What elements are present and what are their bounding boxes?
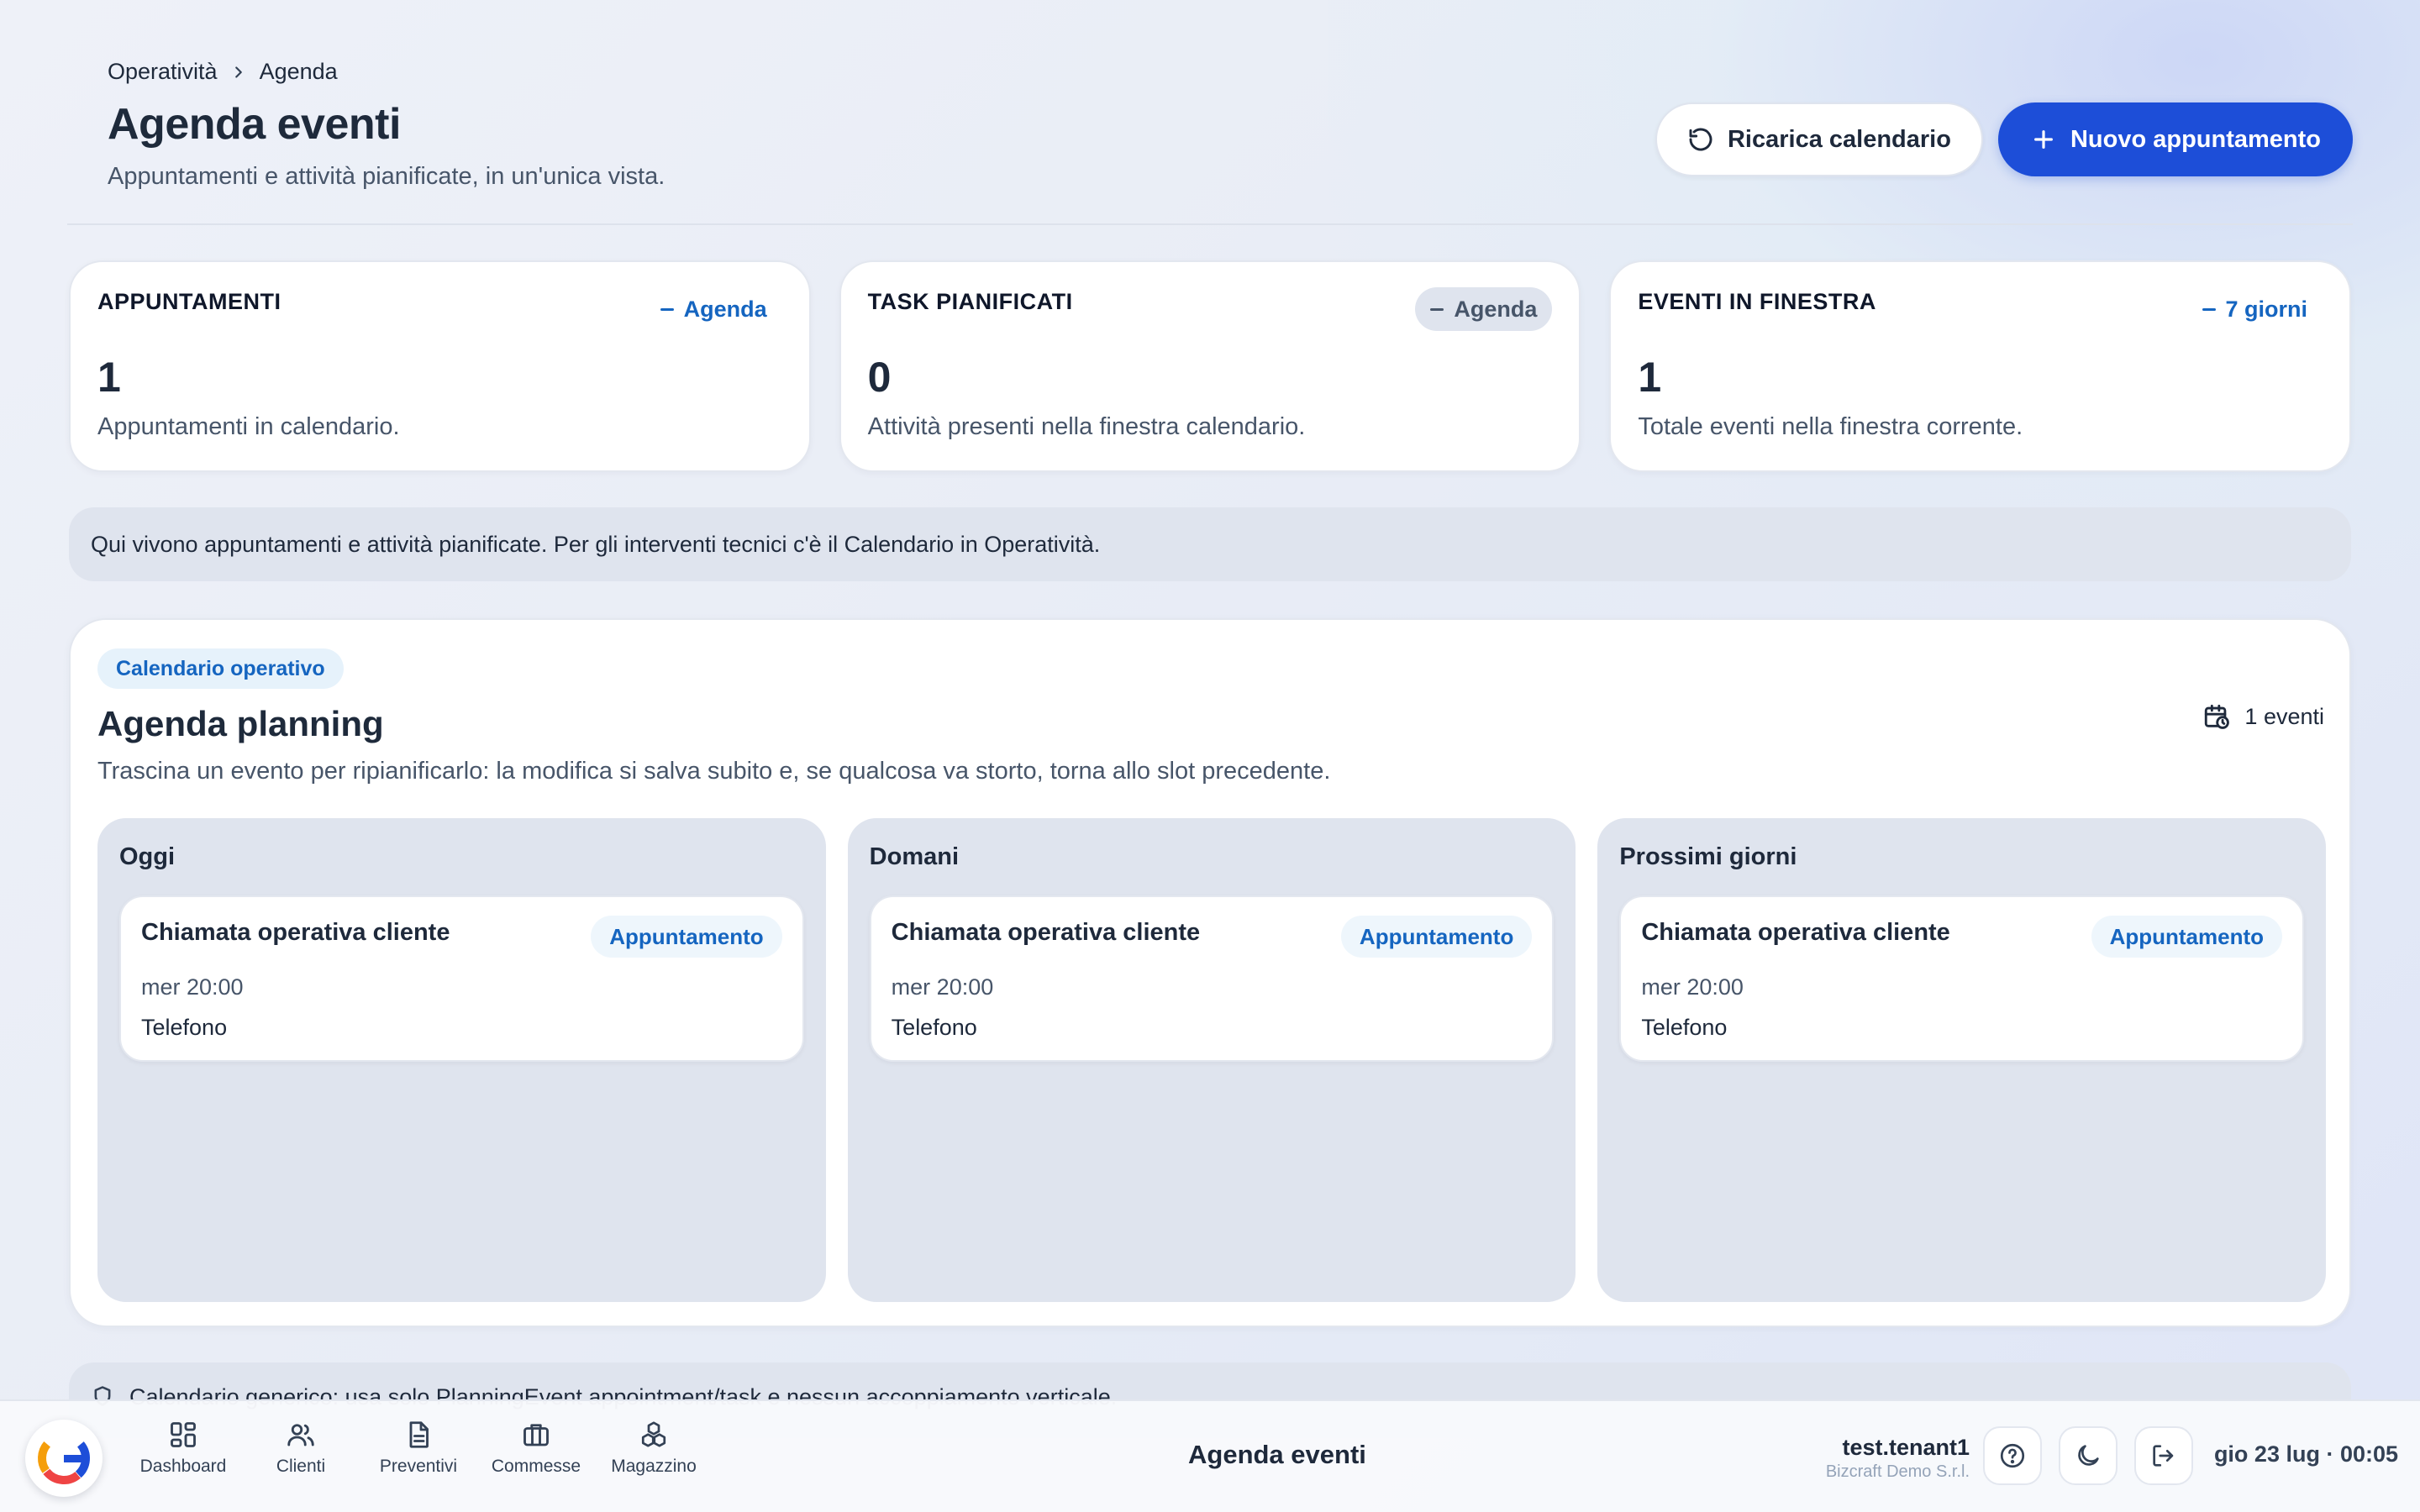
stat-desc: Appuntamenti in calendario. xyxy=(97,413,400,440)
event-type-badge: Appuntamento xyxy=(2091,916,2283,958)
stat-desc: Attività presenti nella finestra calenda… xyxy=(867,413,1306,440)
stat-card-task-pianificati: TASK PIANIFICATI Agenda 0 Attività prese… xyxy=(839,260,1581,472)
reload-calendar-label: Ricarica calendario xyxy=(1727,125,1951,153)
nav-label: Commesse xyxy=(491,1457,581,1476)
theme-toggle-button[interactable] xyxy=(2059,1426,2118,1485)
clock: gio 23 lug · 00:05 xyxy=(2213,1441,2398,1467)
column-oggi[interactable]: Oggi Chiamata operativa cliente Appuntam… xyxy=(97,818,826,1302)
dash-icon xyxy=(1430,307,1444,311)
stat-value: 1 xyxy=(97,354,121,401)
stat-pill-label: Agenda xyxy=(683,296,767,322)
breadcrumb-parent[interactable]: Operatività xyxy=(108,59,218,85)
bottom-nav: Dashboard Clienti Preventivi Commesse Ma… xyxy=(124,1420,713,1477)
agenda-planning-panel: Calendario operativo Agenda planning Tra… xyxy=(69,618,2351,1327)
stat-pill: Agenda xyxy=(1415,287,1553,331)
nav-label: Clienti xyxy=(276,1457,326,1476)
event-type-badge: Appuntamento xyxy=(1340,916,1533,958)
dash-icon xyxy=(2202,307,2216,311)
stat-desc: Totale eventi nella finestra corrente. xyxy=(1638,413,2023,440)
briefcase-icon xyxy=(521,1420,551,1450)
logout-icon xyxy=(2149,1441,2178,1470)
nav-preventivi[interactable]: Preventivi xyxy=(360,1420,477,1477)
column-prossimi-giorni[interactable]: Prossimi giorni Chiamata operativa clien… xyxy=(1597,818,2327,1302)
help-button[interactable] xyxy=(1983,1426,2042,1485)
page-title: Agenda eventi xyxy=(108,100,401,149)
event-type-badge: Appuntamento xyxy=(591,916,782,958)
event-card[interactable]: Chiamata operativa cliente Appuntamento … xyxy=(119,895,804,1062)
logout-button[interactable] xyxy=(2134,1426,2193,1485)
user-company: Bizcraft Demo S.r.l. xyxy=(1825,1462,1970,1481)
header-divider xyxy=(67,223,2353,225)
info-banner: Qui vivono appuntamenti e attività piani… xyxy=(69,507,2351,581)
app-logo[interactable] xyxy=(25,1420,103,1497)
page-subtitle: Appuntamenti e attività pianificate, in … xyxy=(108,163,666,190)
stats-row: APPUNTAMENTI Agenda 1 Appuntamenti in ca… xyxy=(69,260,2352,472)
help-icon xyxy=(1998,1441,2027,1470)
column-title: Prossimi giorni xyxy=(1619,843,1797,870)
planning-title: Agenda planning xyxy=(97,704,384,743)
user-info[interactable]: test.tenant1 Bizcraft Demo S.r.l. xyxy=(1826,1435,1970,1482)
stat-card-eventi-in-finestra: EVENTI IN FINESTRA 7 giorni 1 Totale eve… xyxy=(1609,260,2352,472)
reload-calendar-button[interactable]: Ricarica calendario xyxy=(1655,102,1983,176)
moon-icon xyxy=(2074,1441,2102,1470)
stat-pill: Agenda xyxy=(645,287,782,331)
stat-value: 1 xyxy=(1638,354,1662,401)
stat-card-appuntamenti: APPUNTAMENTI Agenda 1 Appuntamenti in ca… xyxy=(69,260,811,472)
event-count-label: 1 eventi xyxy=(2244,703,2324,729)
new-appointment-label: Nuovo appuntamento xyxy=(2070,125,2321,153)
refresh-icon xyxy=(1687,126,1714,153)
planning-badge: Calendario operativo xyxy=(97,648,344,689)
stat-pill-label: Agenda xyxy=(1454,296,1538,322)
column-title: Oggi xyxy=(119,843,176,870)
bottom-bar-title: Agenda eventi xyxy=(1188,1440,1366,1469)
nav-dashboard[interactable]: Dashboard xyxy=(124,1420,242,1477)
stat-pill-label: 7 giorni xyxy=(2225,296,2308,322)
event-time: mer 20:00 xyxy=(141,974,244,1000)
user-name: test.tenant1 xyxy=(1842,1435,1970,1460)
calendar-clock-icon xyxy=(2202,702,2231,731)
event-place: Telefono xyxy=(891,1015,977,1040)
stat-value: 0 xyxy=(867,354,892,401)
logo-icon xyxy=(38,1432,90,1484)
nav-commesse[interactable]: Commesse xyxy=(477,1420,595,1477)
column-domani[interactable]: Domani Chiamata operativa cliente Appunt… xyxy=(847,818,1576,1302)
event-card[interactable]: Chiamata operativa cliente Appuntamento … xyxy=(1619,895,2305,1062)
dash-icon xyxy=(660,307,674,311)
event-card[interactable]: Chiamata operativa cliente Appuntamento … xyxy=(869,895,1555,1062)
planning-columns: Oggi Chiamata operativa cliente Appuntam… xyxy=(97,818,2327,1302)
nav-label: Preventivi xyxy=(379,1457,458,1476)
users-icon xyxy=(286,1420,316,1450)
event-place: Telefono xyxy=(1641,1015,1728,1040)
breadcrumb-current: Agenda xyxy=(259,59,338,84)
stat-pill: 7 giorni xyxy=(2187,287,2323,331)
nav-clienti[interactable]: Clienti xyxy=(242,1420,360,1477)
nav-label: Dashboard xyxy=(139,1457,227,1476)
chevron-right-icon xyxy=(229,63,248,81)
header-actions: Ricarica calendario Nuovo appuntamento xyxy=(1655,102,2353,176)
nav-label: Magazzino xyxy=(611,1457,697,1476)
bottom-bar: Dashboard Clienti Preventivi Commesse Ma… xyxy=(0,1399,2420,1512)
document-icon xyxy=(403,1420,434,1450)
planning-description: Trascina un evento per ripianificarlo: l… xyxy=(97,758,1331,785)
nav-magazzino[interactable]: Magazzino xyxy=(595,1420,713,1477)
breadcrumb: Operatività Agenda xyxy=(108,59,338,85)
event-place: Telefono xyxy=(141,1015,228,1040)
event-time: mer 20:00 xyxy=(891,974,994,1000)
event-time: mer 20:00 xyxy=(1641,974,1744,1000)
boxes-icon xyxy=(639,1420,669,1450)
event-count: 1 eventi xyxy=(2202,702,2324,731)
plus-icon xyxy=(2030,126,2057,153)
column-title: Domani xyxy=(869,843,960,870)
new-appointment-button[interactable]: Nuovo appuntamento xyxy=(1997,102,2353,176)
dashboard-icon xyxy=(168,1420,198,1450)
